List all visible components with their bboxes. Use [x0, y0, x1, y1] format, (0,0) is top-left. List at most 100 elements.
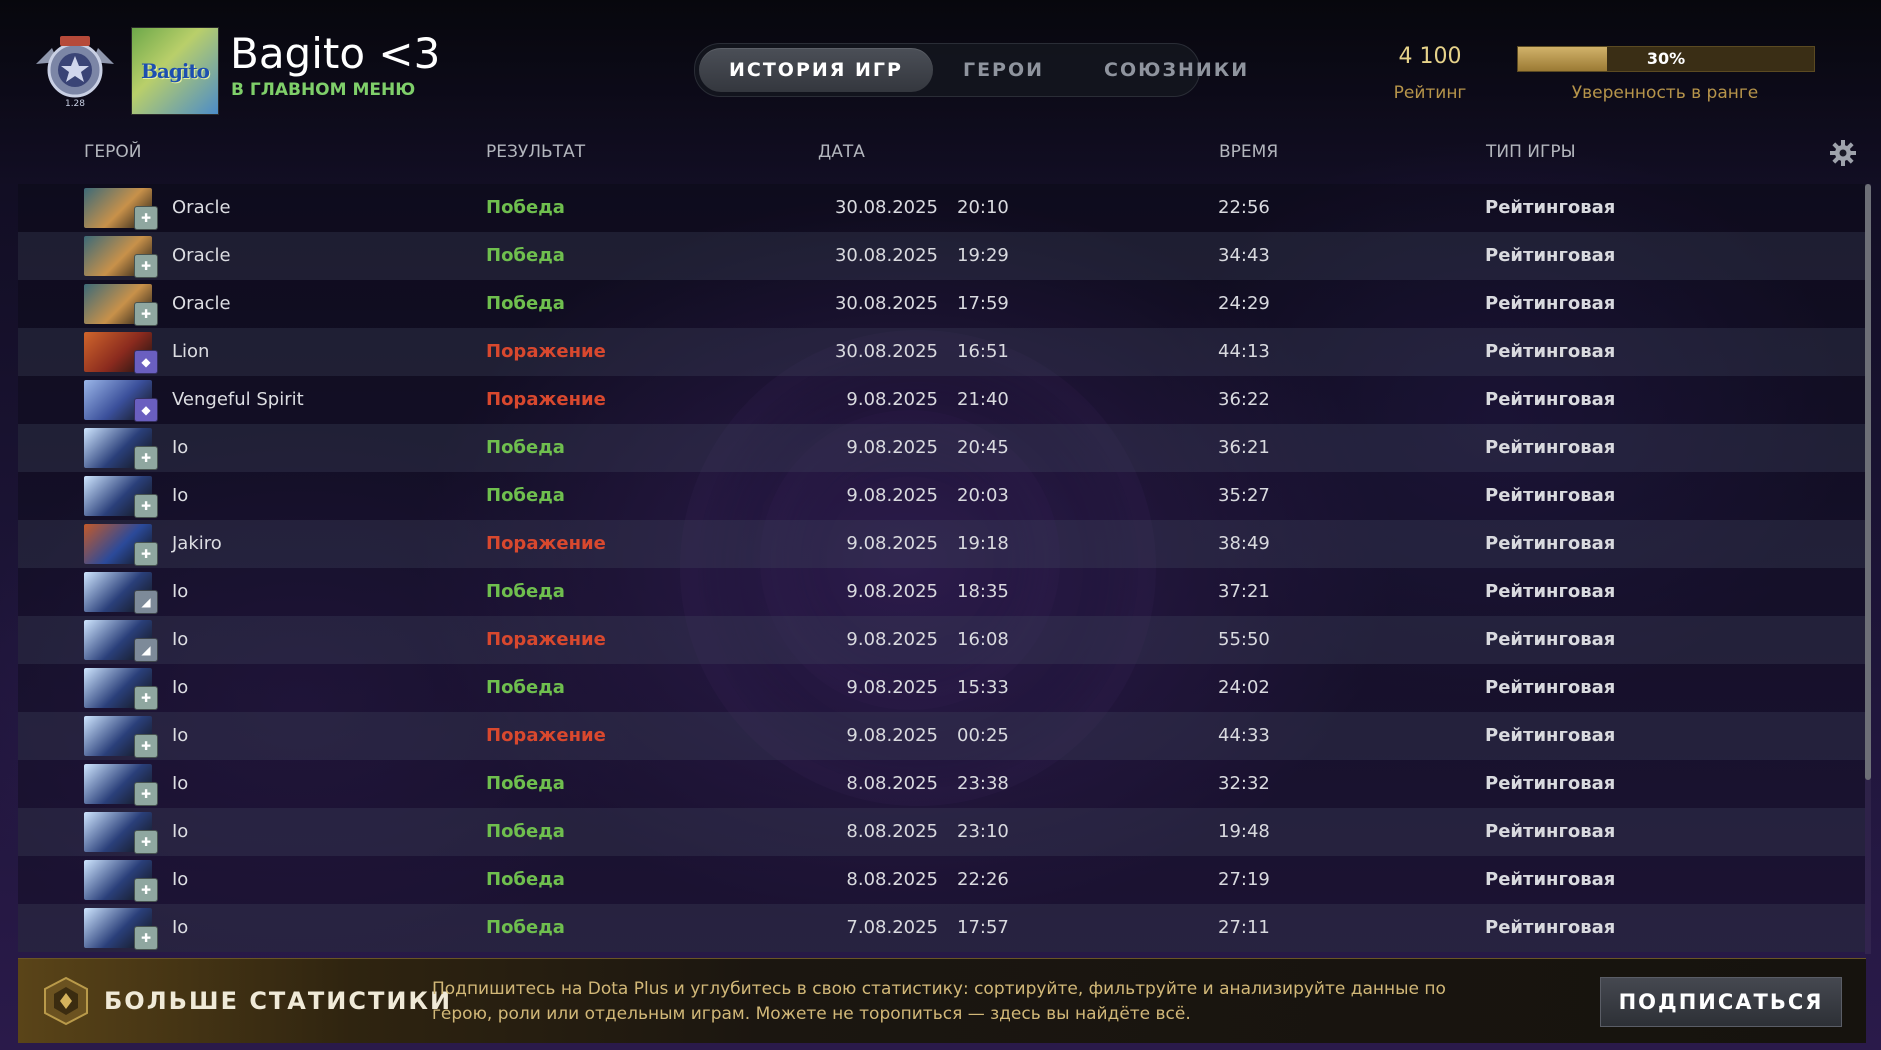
game-mode: Рейтинговая — [1485, 341, 1616, 362]
column-result[interactable]: РЕЗУЛЬТАТ — [486, 142, 585, 162]
match-time: 18:35 — [957, 581, 1009, 602]
match-duration: 37:21 — [1218, 581, 1270, 602]
tab-heroes[interactable]: ГЕРОИ — [933, 48, 1074, 92]
match-duration: 24:29 — [1218, 293, 1270, 314]
match-time: 16:08 — [957, 629, 1009, 650]
column-game-mode[interactable]: ТИП ИГРЫ — [1486, 142, 1576, 162]
match-duration: 36:22 — [1218, 389, 1270, 410]
match-result: Поражение — [486, 389, 606, 410]
match-duration: 36:21 — [1218, 437, 1270, 458]
hero-name: Io — [172, 725, 189, 746]
match-time: 20:03 — [957, 485, 1009, 506]
role-support-icon: ✚ — [134, 542, 158, 566]
match-date: 9.08.2025 — [846, 485, 938, 506]
match-time: 21:40 — [957, 389, 1009, 410]
role-support-icon: ✚ — [134, 782, 158, 806]
table-header: ГЕРОЙ РЕЗУЛЬТАТ ДАТА ВРЕМЯ ТИП ИГРЫ — [0, 138, 1881, 168]
role-hard-support-icon: ◆ — [134, 350, 158, 374]
table-row[interactable]: ✚ Io Победа 8.08.2025 23:38 32:32 Рейтинговая — [18, 760, 1865, 808]
game-mode: Рейтинговая — [1485, 293, 1616, 314]
role-support-icon: ✚ — [134, 926, 158, 950]
avatar[interactable]: Bagito — [131, 27, 219, 115]
match-duration: 35:27 — [1218, 485, 1270, 506]
promo-title: БОЛЬШЕ СТАТИСТИКИ — [104, 987, 453, 1015]
game-mode: Рейтинговая — [1485, 917, 1616, 938]
hero-name: Jakiro — [172, 533, 222, 554]
game-mode: Рейтинговая — [1485, 629, 1616, 650]
profile-header: 1.28 Bagito Bagito <3 В ГЛАВНОМ МЕНЮ ИСТ… — [0, 0, 1881, 130]
game-mode: Рейтинговая — [1485, 389, 1616, 410]
match-result: Победа — [486, 293, 565, 314]
match-duration: 27:19 — [1218, 869, 1270, 890]
rank-medal-icon[interactable]: 1.28 — [30, 30, 120, 110]
role-support-icon: ✚ — [134, 494, 158, 518]
match-duration: 38:49 — [1218, 533, 1270, 554]
table-row[interactable]: ✚ Io Победа 8.08.2025 22:26 27:19 Рейтинговая — [18, 856, 1865, 904]
table-row[interactable]: ✚ Io Победа 9.08.2025 20:45 36:21 Рейтинговая — [18, 424, 1865, 472]
game-mode: Рейтинговая — [1485, 485, 1616, 506]
match-date: 9.08.2025 — [846, 533, 938, 554]
hero-name: Vengeful Spirit — [172, 389, 304, 410]
game-mode: Рейтинговая — [1485, 773, 1616, 794]
game-mode: Рейтинговая — [1485, 725, 1616, 746]
table-row[interactable]: ✚ Io Победа 8.08.2025 23:10 19:48 Рейтинговая — [18, 808, 1865, 856]
game-mode: Рейтинговая — [1485, 437, 1616, 458]
table-row[interactable]: ✚ Oracle Победа 30.08.2025 19:29 34:43 Рейтинг… — [18, 232, 1865, 280]
table-row[interactable]: ✚ Oracle Победа 30.08.2025 20:10 22:56 Рейтинг… — [18, 184, 1865, 232]
hero-name: Io — [172, 581, 189, 602]
subscribe-button[interactable]: ПОДПИСАТЬСЯ — [1600, 977, 1842, 1027]
match-result: Победа — [486, 773, 565, 794]
hero-name: Lion — [172, 341, 210, 362]
gear-icon[interactable] — [1828, 138, 1858, 168]
match-date: 30.08.2025 — [834, 245, 938, 266]
match-time: 20:45 — [957, 437, 1009, 458]
match-date: 9.08.2025 — [846, 629, 938, 650]
match-time: 15:33 — [957, 677, 1009, 698]
table-row[interactable]: ✚ Jakiro Поражение 9.08.2025 19:18 38:49 Рейти… — [18, 520, 1865, 568]
match-result: Поражение — [486, 725, 606, 746]
column-hero[interactable]: ГЕРОЙ — [84, 142, 141, 162]
column-date[interactable]: ДАТА — [818, 142, 865, 162]
tab-allies[interactable]: СОЮЗНИКИ — [1074, 48, 1279, 92]
match-time: 17:59 — [957, 293, 1009, 314]
svg-text:1.28: 1.28 — [65, 99, 85, 109]
table-row[interactable]: ✚ Io Победа 9.08.2025 15:33 24:02 Рейтинговая — [18, 664, 1865, 712]
game-mode: Рейтинговая — [1485, 869, 1616, 890]
hero-name: Io — [172, 917, 189, 938]
match-time: 20:10 — [957, 197, 1009, 218]
rating-label: Рейтинг — [1393, 83, 1467, 103]
table-row[interactable]: ◆ Lion Поражение 30.08.2025 16:51 44:13 Рейтин… — [18, 328, 1865, 376]
rating-value: 4 100 — [1398, 44, 1462, 69]
table-row[interactable]: ✚ Io Победа 9.08.2025 20:03 35:27 Рейтинговая — [18, 472, 1865, 520]
match-duration: 44:13 — [1218, 341, 1270, 362]
match-result: Победа — [486, 197, 565, 218]
match-date: 9.08.2025 — [846, 437, 938, 458]
role-support-icon: ✚ — [134, 446, 158, 470]
match-date: 30.08.2025 — [834, 341, 938, 362]
table-row[interactable]: ◢ Io Поражение 9.08.2025 16:08 55:50 Рейтингов… — [18, 616, 1865, 664]
game-mode: Рейтинговая — [1485, 821, 1616, 842]
table-row[interactable]: ✚ Oracle Победа 30.08.2025 17:59 24:29 Рейтинг… — [18, 280, 1865, 328]
table-row[interactable]: ◆ Vengeful Spirit Поражение 9.08.2025 21:40 3… — [18, 376, 1865, 424]
game-mode: Рейтинговая — [1485, 581, 1616, 602]
table-row[interactable]: ✚ Io Поражение 9.08.2025 00:25 44:33 Рейтингов… — [18, 712, 1865, 760]
rank-confidence-percent: 30% — [1646, 49, 1686, 68]
column-duration[interactable]: ВРЕМЯ — [1219, 142, 1278, 162]
game-mode: Рейтинговая — [1485, 533, 1616, 554]
match-date: 9.08.2025 — [846, 677, 938, 698]
match-list: ✚ Oracle Победа 30.08.2025 20:10 22:56 Рейтинг… — [18, 184, 1865, 958]
table-row[interactable]: ✚ Io Победа 7.08.2025 17:57 27:11 Рейтинговая — [18, 904, 1865, 952]
hero-name: Io — [172, 485, 189, 506]
hero-name: Io — [172, 869, 189, 890]
table-row[interactable]: ◢ Io Победа 9.08.2025 18:35 37:21 Рейтинговая — [18, 568, 1865, 616]
match-result: Победа — [486, 245, 565, 266]
match-history-screen: 1.28 Bagito Bagito <3 В ГЛАВНОМ МЕНЮ ИСТ… — [0, 0, 1881, 1050]
scrollbar-thumb[interactable] — [1865, 184, 1871, 780]
match-result: Поражение — [486, 629, 606, 650]
tab-match-history[interactable]: ИСТОРИЯ ИГР — [699, 48, 933, 92]
match-time: 19:29 — [957, 245, 1009, 266]
role-support-icon: ✚ — [134, 302, 158, 326]
match-time: 00:25 — [957, 725, 1009, 746]
hero-name: Oracle — [172, 197, 231, 218]
role-offlane-icon: ◢ — [134, 590, 158, 614]
